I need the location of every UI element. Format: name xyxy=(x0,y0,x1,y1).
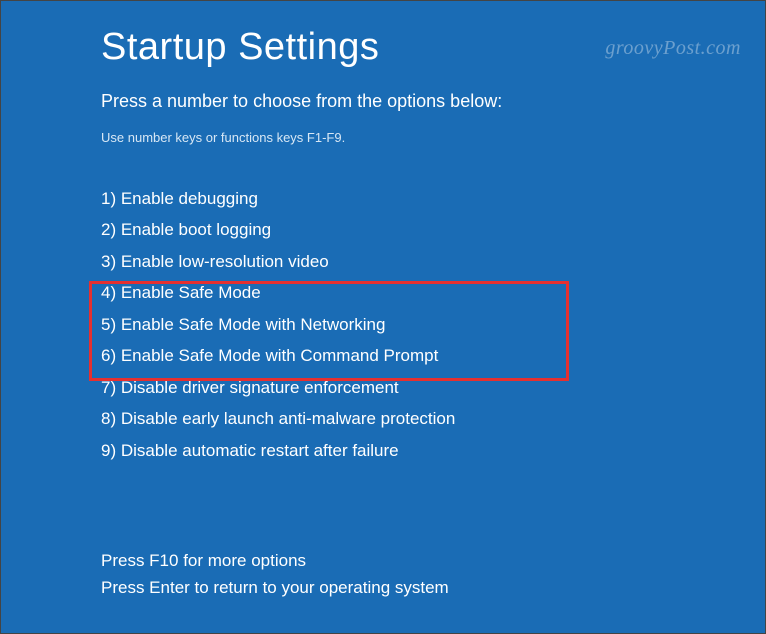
option-5[interactable]: 5) Enable Safe Mode with Networking xyxy=(101,309,765,340)
option-2[interactable]: 2) Enable boot logging xyxy=(101,214,765,245)
instruction-text: Press a number to choose from the option… xyxy=(101,91,765,112)
footer: Press F10 for more options Press Enter t… xyxy=(101,547,449,601)
option-1[interactable]: 1) Enable debugging xyxy=(101,183,765,214)
watermark: groovyPost.com xyxy=(605,37,741,60)
hint-text: Use number keys or functions keys F1-F9. xyxy=(101,130,765,145)
option-8[interactable]: 8) Disable early launch anti-malware pro… xyxy=(101,403,765,434)
option-9[interactable]: 9) Disable automatic restart after failu… xyxy=(101,435,765,466)
option-4[interactable]: 4) Enable Safe Mode xyxy=(101,277,765,308)
more-options-text: Press F10 for more options xyxy=(101,547,449,574)
option-6[interactable]: 6) Enable Safe Mode with Command Prompt xyxy=(101,340,765,371)
options-list: 1) Enable debugging 2) Enable boot loggi… xyxy=(101,183,765,466)
return-text: Press Enter to return to your operating … xyxy=(101,574,449,601)
option-7[interactable]: 7) Disable driver signature enforcement xyxy=(101,372,765,403)
option-3[interactable]: 3) Enable low-resolution video xyxy=(101,246,765,277)
